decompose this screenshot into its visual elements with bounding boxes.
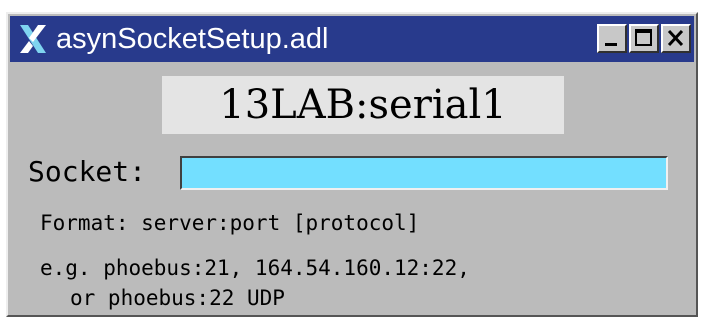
maximize-icon xyxy=(635,29,652,46)
device-name-display: 13LAB:serial1 xyxy=(162,76,564,134)
socket-input[interactable] xyxy=(180,156,668,190)
example-help-text-line2: or phoebus:22 UDP xyxy=(70,286,285,310)
window-title: asynSocketSetup.adl xyxy=(56,23,329,55)
example-help-text-line1: e.g. phoebus:21, 164.54.160.12:22, xyxy=(40,256,470,280)
minimize-icon xyxy=(605,43,617,46)
close-button[interactable] xyxy=(661,24,691,53)
minimize-button[interactable] xyxy=(597,24,627,53)
format-help-text: Format: server:port [protocol] xyxy=(40,211,420,235)
x-logo-icon xyxy=(16,22,50,56)
title-bar[interactable]: asynSocketSetup.adl xyxy=(10,16,694,62)
close-icon xyxy=(667,29,684,47)
maximize-button[interactable] xyxy=(629,24,659,53)
socket-label: Socket: xyxy=(28,155,147,188)
app-window: asynSocketSetup.adl 13LAB:serial1 Socket… xyxy=(6,12,698,317)
